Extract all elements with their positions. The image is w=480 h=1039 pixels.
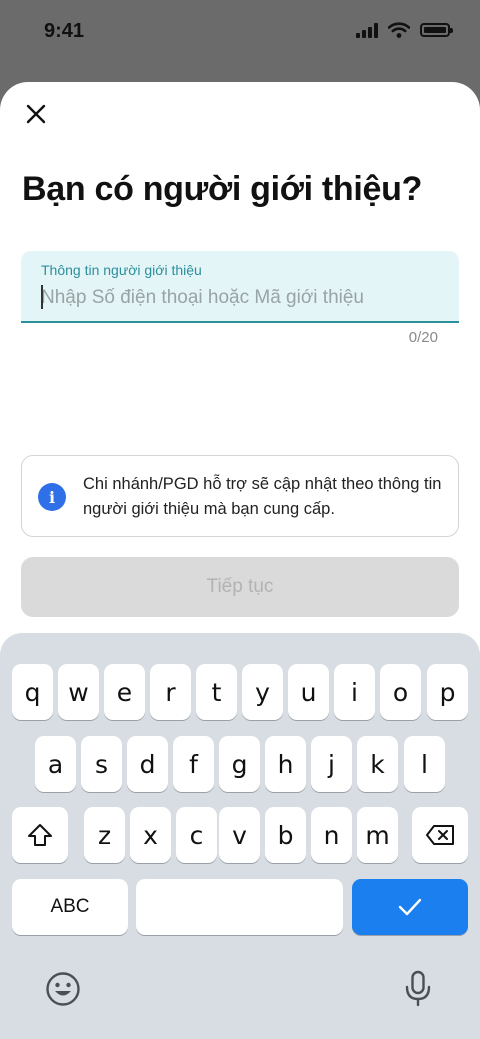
key-u[interactable]: u bbox=[288, 664, 329, 720]
key-o[interactable]: o bbox=[380, 664, 421, 720]
key-z[interactable]: z bbox=[84, 807, 125, 863]
key-h[interactable]: h bbox=[265, 736, 306, 792]
key-w[interactable]: w bbox=[58, 664, 99, 720]
text-cursor bbox=[41, 285, 43, 309]
dictation-button[interactable] bbox=[396, 967, 440, 1011]
referrer-field[interactable]: Thông tin người giới thiệu bbox=[21, 251, 459, 323]
keyboard: q w e r t y u i o p a s d f g h j k l z … bbox=[0, 633, 480, 1039]
key-g[interactable]: g bbox=[219, 736, 260, 792]
close-icon bbox=[26, 104, 46, 124]
microphone-icon bbox=[405, 970, 431, 1007]
emoji-icon bbox=[46, 972, 80, 1006]
info-icon: i bbox=[38, 483, 66, 511]
key-q[interactable]: q bbox=[12, 664, 53, 720]
key-x[interactable]: x bbox=[130, 807, 171, 863]
status-time: 9:41 bbox=[44, 20, 85, 42]
key-j[interactable]: j bbox=[311, 736, 352, 792]
key-y[interactable]: y bbox=[242, 664, 283, 720]
shift-key[interactable] bbox=[12, 807, 68, 863]
close-button[interactable] bbox=[18, 96, 54, 132]
battery-icon bbox=[420, 23, 453, 37]
key-c[interactable]: c bbox=[176, 807, 217, 863]
info-notice: i Chi nhánh/PGD hỗ trợ sẽ cập nhật theo … bbox=[21, 455, 459, 537]
continue-button[interactable]: Tiếp tục bbox=[21, 557, 459, 617]
referrer-input[interactable] bbox=[39, 283, 441, 313]
backspace-icon bbox=[426, 825, 454, 845]
key-v[interactable]: v bbox=[219, 807, 260, 863]
key-d[interactable]: d bbox=[127, 736, 168, 792]
character-counter: 0/20 bbox=[408, 329, 438, 346]
abc-key[interactable]: ABC bbox=[12, 879, 128, 935]
key-p[interactable]: p bbox=[427, 664, 468, 720]
key-b[interactable]: b bbox=[265, 807, 306, 863]
status-icons bbox=[356, 22, 453, 38]
page-title: Bạn có người giới thiệu? bbox=[22, 170, 423, 208]
checkmark-icon bbox=[398, 898, 422, 916]
info-text: Chi nhánh/PGD hỗ trợ sẽ cập nhật theo th… bbox=[83, 475, 442, 518]
key-t[interactable]: t bbox=[196, 664, 237, 720]
key-n[interactable]: n bbox=[311, 807, 352, 863]
shift-icon bbox=[28, 824, 52, 846]
key-r[interactable]: r bbox=[150, 664, 191, 720]
key-i[interactable]: i bbox=[334, 664, 375, 720]
status-bar: 9:41 bbox=[0, 0, 480, 70]
key-k[interactable]: k bbox=[357, 736, 398, 792]
delete-key[interactable] bbox=[412, 807, 468, 863]
key-a[interactable]: a bbox=[35, 736, 76, 792]
cellular-signal-icon bbox=[356, 22, 378, 38]
wifi-icon bbox=[388, 22, 410, 38]
referrer-field-label: Thông tin người giới thiệu bbox=[41, 262, 202, 278]
key-f[interactable]: f bbox=[173, 736, 214, 792]
key-l[interactable]: l bbox=[404, 736, 445, 792]
emoji-button[interactable] bbox=[41, 967, 85, 1011]
key-e[interactable]: e bbox=[104, 664, 145, 720]
space-key[interactable] bbox=[136, 879, 343, 935]
key-s[interactable]: s bbox=[81, 736, 122, 792]
key-m[interactable]: m bbox=[357, 807, 398, 863]
done-key[interactable] bbox=[352, 879, 468, 935]
